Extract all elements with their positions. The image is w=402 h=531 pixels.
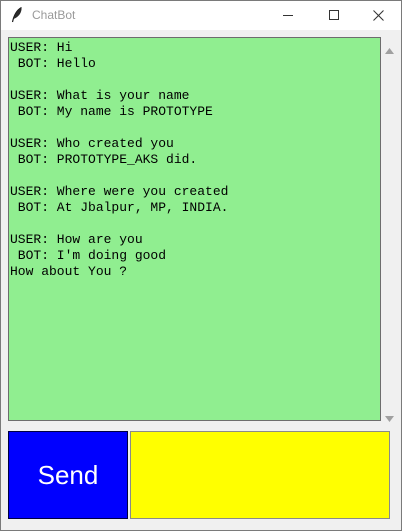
chat-line	[10, 168, 380, 184]
chat-line: BOT: Hello	[10, 56, 96, 71]
window-title: ChatBot	[32, 8, 76, 22]
chat-scrollbar[interactable]	[381, 37, 398, 422]
feather-icon	[11, 6, 23, 23]
chat-line	[10, 120, 380, 136]
title-bar[interactable]: ChatBot	[1, 1, 401, 30]
maximize-button[interactable]	[311, 1, 357, 30]
message-input[interactable]	[130, 431, 390, 519]
chat-log[interactable]: USER: Hi BOT: Hello USER: What is your n…	[8, 37, 381, 421]
scroll-down-arrow-icon[interactable]	[385, 409, 394, 427]
chat-line: USER: How are you	[10, 232, 143, 247]
minimize-button[interactable]	[265, 1, 311, 30]
minimize-icon	[283, 15, 293, 16]
chat-line: USER: Where were you created	[10, 184, 229, 199]
chat-line: BOT: At Jbalpur, MP, INDIA.	[10, 200, 229, 215]
chat-line: BOT: My name is PROTOTYPE	[10, 104, 213, 119]
close-icon	[373, 10, 384, 21]
chat-line: USER: What is your name	[10, 88, 190, 103]
chatbot-window: ChatBot USER: Hi BOT: Hello USER: What i…	[0, 0, 402, 531]
chat-line	[10, 72, 380, 88]
send-button[interactable]: Send	[8, 431, 128, 519]
close-button[interactable]	[355, 1, 401, 30]
chat-line: USER: Who created you	[10, 136, 174, 151]
chat-line: BOT: I'm doing good	[10, 248, 167, 263]
chat-line: USER: Hi	[10, 40, 73, 55]
chat-line	[10, 216, 380, 232]
scroll-up-arrow-icon[interactable]	[385, 41, 394, 59]
chat-line: BOT: PROTOTYPE_AKS did.	[10, 152, 198, 167]
maximize-icon	[329, 10, 339, 20]
chat-line: How about You ?	[10, 264, 128, 279]
